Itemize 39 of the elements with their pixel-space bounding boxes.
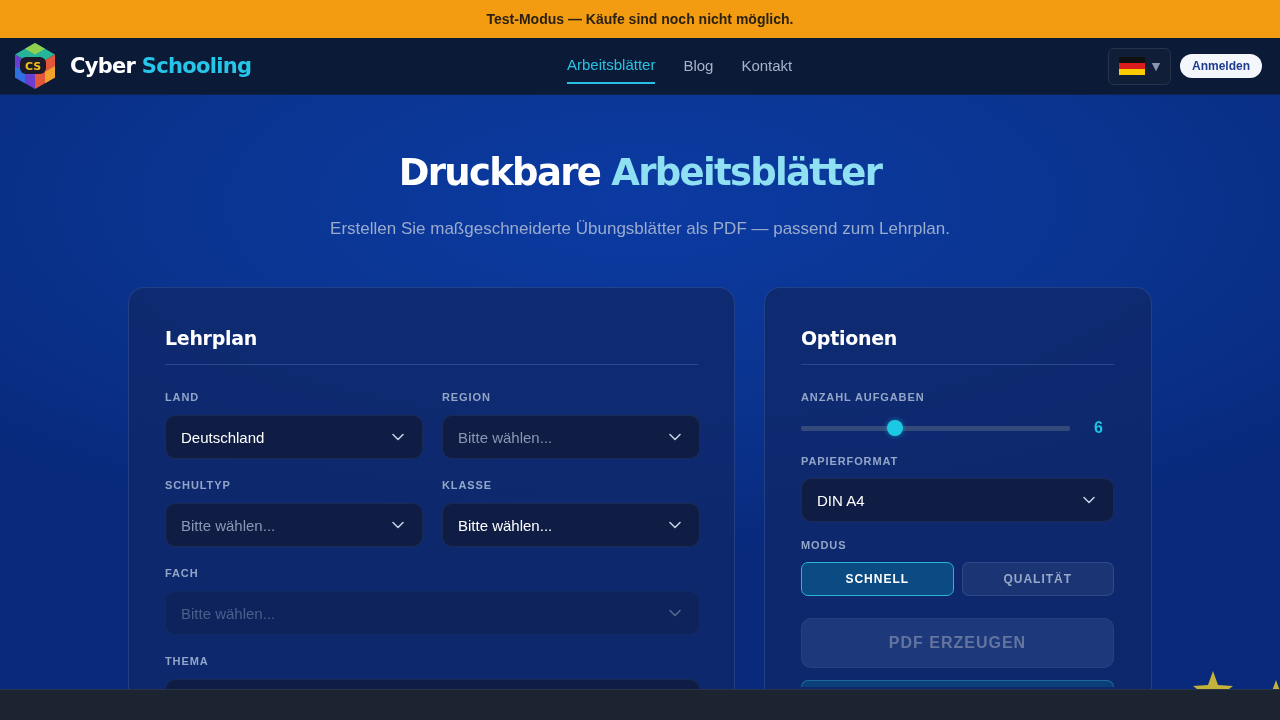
- dropdown-field[interactable]: Deutschland: [165, 415, 423, 459]
- mode-button[interactable]: SCHNELL: [801, 562, 954, 596]
- field-label: SCHULTYP: [165, 478, 231, 492]
- chevron-down-icon: [1083, 496, 1095, 504]
- login-button[interactable]: Anmelden: [1180, 54, 1262, 78]
- nav-link[interactable]: Arbeitsblätter: [567, 37, 656, 84]
- brand-name[interactable]: Cyber Schooling: [70, 54, 252, 78]
- dropdown-field[interactable]: [165, 679, 700, 689]
- card-title: Optionen: [801, 326, 897, 350]
- field-label: LAND: [165, 390, 200, 404]
- field-label: REGION: [442, 390, 491, 404]
- notice-text: Test-Modus — Käufe sind noch nicht möglich.: [486, 11, 794, 27]
- dropdown-field[interactable]: Bitte wählen...: [442, 503, 700, 547]
- nav-link[interactable]: Blog: [683, 38, 714, 94]
- chevron-down-icon: [669, 433, 681, 441]
- chevron-down-icon: [392, 433, 404, 441]
- page-title: Druckbare Arbeitsblätter: [398, 150, 882, 196]
- page-subtitle: Erstellen Sie maßgeschneiderte Übungsblätter als PDF — passend zum Lehrplan.: [330, 218, 950, 240]
- field-label: FACH: [165, 566, 199, 580]
- chevron-down-icon: [669, 521, 681, 529]
- field-label: THEMA: [165, 654, 209, 668]
- card-title: Lehrplan: [165, 326, 257, 350]
- chevron-down-icon: [392, 521, 404, 529]
- dropdown-field[interactable]: Bitte wählen...: [165, 503, 423, 547]
- language-button[interactable]: ▼: [1108, 47, 1171, 85]
- logo-text: CS: [24, 60, 42, 73]
- dropdown-field[interactable]: Bitte wählen...: [442, 415, 700, 459]
- slider-thumb[interactable]: [887, 420, 903, 436]
- dropdown-field[interactable]: DIN A4: [801, 478, 1114, 522]
- field-label: KLASSE: [442, 478, 493, 492]
- field-label: ANZAHL AUFGABEN: [801, 390, 925, 404]
- chevron-down-icon: [669, 609, 681, 617]
- nav-link[interactable]: Kontakt: [741, 38, 793, 94]
- flag-icon: [1118, 57, 1145, 75]
- field-label: PAPIERFORMAT: [801, 454, 899, 468]
- slider-value: 6: [1094, 419, 1103, 437]
- field-label: MODUS: [801, 538, 847, 552]
- cube-logo-icon: [15, 43, 55, 89]
- mode-button[interactable]: QUALITÄT: [961, 562, 1114, 596]
